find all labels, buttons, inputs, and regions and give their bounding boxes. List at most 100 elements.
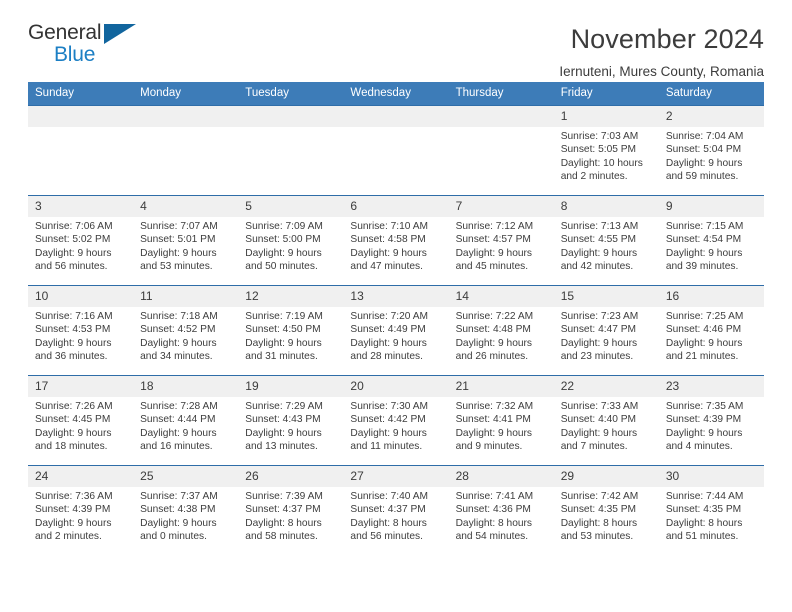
page-title: November 2024: [570, 24, 764, 54]
daylight-text: Daylight: 9 hours and 0 minutes.: [140, 517, 217, 543]
calendar-day-cell[interactable]: 26 Sunrise: 7:39 AM Sunset: 4:37 PM Dayligh…: [238, 464, 344, 556]
sunrise-text: Sunrise: 7:37 AM: [140, 490, 218, 502]
daylight-text: Daylight: 9 hours and 45 minutes.: [455, 247, 533, 273]
day-sun-info: Sunrise: 7:26 AM Sunset: 4:45 PM Daylight:…: [28, 397, 133, 454]
brand-logo-text-general: General: [28, 21, 102, 44]
calendar-week-row: 17 Sunrise: 7:26 AM Sunset: 4:45 PM Dayligh…: [28, 374, 764, 466]
sunrise-text: Sunrise: 7:03 AM: [560, 130, 639, 142]
calendar-day-cell[interactable]: 18 Sunrise: 7:28 AM Sunset: 4:44 PM Dayligh…: [133, 374, 239, 466]
day-sun-info: Sunrise: 7:10 AM Sunset: 4:58 PM Daylight:…: [343, 217, 448, 274]
day-number: 11: [133, 285, 239, 307]
day-sun-info: Sunrise: 7:29 AM Sunset: 4:43 PM Daylight:…: [238, 397, 343, 454]
calendar-day-cell[interactable]: 14 Sunrise: 7:22 AM Sunset: 4:48 PM Dayligh…: [448, 284, 554, 376]
calendar-day-cell[interactable]: 28 Sunrise: 7:41 AM Sunset: 4:36 PM Dayligh…: [448, 464, 554, 556]
calendar-day-cell[interactable]: 12 Sunrise: 7:19 AM Sunset: 4:50 PM Dayligh…: [238, 284, 344, 376]
weekday-header-monday: Monday: [133, 82, 239, 106]
daylight-text: Daylight: 9 hours and 11 minutes.: [350, 427, 427, 453]
calendar-day-cell[interactable]: 19 Sunrise: 7:29 AM Sunset: 4:43 PM Dayligh…: [238, 374, 344, 466]
sunset-text: Sunset: 5:04 PM: [665, 144, 742, 156]
calendar-day-cell[interactable]: 17 Sunrise: 7:26 AM Sunset: 4:45 PM Dayligh…: [28, 374, 134, 466]
sunrise-text: Sunrise: 7:23 AM: [560, 310, 639, 322]
calendar-day-cell[interactable]: 16 Sunrise: 7:25 AM Sunset: 4:46 PM Dayligh…: [658, 284, 764, 376]
sunset-text: Sunset: 4:38 PM: [140, 504, 216, 516]
calendar-day-cell[interactable]: 23 Sunrise: 7:35 AM Sunset: 4:39 PM Dayligh…: [658, 374, 764, 466]
sunset-text: Sunset: 4:36 PM: [455, 504, 531, 516]
day-number: 10: [28, 285, 134, 307]
sunset-text: Sunset: 4:42 PM: [350, 414, 426, 426]
brand-logo[interactable]: General Blue: [28, 22, 168, 74]
calendar-day-cell[interactable]: 27 Sunrise: 7:40 AM Sunset: 4:37 PM Dayligh…: [343, 464, 449, 556]
calendar-day-cell[interactable]: 15 Sunrise: 7:23 AM Sunset: 4:47 PM Dayligh…: [553, 284, 659, 376]
calendar-day-cell[interactable]: 30 Sunrise: 7:44 AM Sunset: 4:35 PM Dayligh…: [658, 464, 764, 556]
sunset-text: Sunset: 5:02 PM: [35, 234, 111, 246]
calendar-day-cell[interactable]: 20 Sunrise: 7:30 AM Sunset: 4:42 PM Dayligh…: [343, 374, 449, 466]
calendar-day-cell[interactable]: 5 Sunrise: 7:09 AM Sunset: 5:00 PM Daylight…: [238, 194, 344, 286]
calendar-day-cell[interactable]: 9 Sunrise: 7:15 AM Sunset: 4:54 PM Daylight…: [658, 194, 764, 286]
daylight-text: Daylight: 9 hours and 16 minutes.: [140, 427, 217, 453]
sunrise-text: Sunrise: 7:07 AM: [140, 220, 218, 232]
page-masthead: General Blue November 2024 Iernuteni, Mu…: [28, 0, 764, 79]
weekday-header-thursday: Thursday: [448, 82, 554, 106]
calendar-day-cell[interactable]: 22 Sunrise: 7:33 AM Sunset: 4:40 PM Dayligh…: [553, 374, 659, 466]
sunrise-text: Sunrise: 7:04 AM: [665, 130, 744, 142]
day-number: 23: [658, 375, 764, 397]
sunset-text: Sunset: 4:44 PM: [140, 414, 216, 426]
daylight-text: Daylight: 9 hours and 59 minutes.: [665, 157, 743, 183]
calendar-day-cell[interactable]: 10 Sunrise: 7:16 AM Sunset: 4:53 PM Dayligh…: [28, 284, 134, 376]
daylight-text: Daylight: 9 hours and 31 minutes.: [245, 337, 322, 363]
daylight-text: Daylight: 9 hours and 42 minutes.: [560, 247, 638, 273]
sunset-text: Sunset: 5:05 PM: [560, 144, 637, 156]
day-sun-info: Sunrise: 7:41 AM Sunset: 4:36 PM Daylight:…: [449, 487, 554, 544]
day-number: 28: [448, 465, 554, 487]
sunset-text: Sunset: 4:40 PM: [560, 414, 637, 426]
weekday-header-wednesday: Wednesday: [343, 82, 449, 106]
calendar-day-cell[interactable]: 21 Sunrise: 7:32 AM Sunset: 4:41 PM Dayligh…: [448, 374, 554, 466]
calendar-day-cell[interactable]: 11 Sunrise: 7:18 AM Sunset: 4:52 PM Dayligh…: [133, 284, 239, 376]
calendar-day-cell[interactable]: 3 Sunrise: 7:06 AM Sunset: 5:02 PM Daylight…: [28, 194, 134, 286]
day-sun-info: Sunrise: 7:32 AM Sunset: 4:41 PM Daylight:…: [449, 397, 554, 454]
day-number: 6: [343, 195, 449, 217]
sunset-text: Sunset: 4:39 PM: [665, 414, 742, 426]
sunset-text: Sunset: 4:47 PM: [560, 324, 637, 336]
day-number: 17: [28, 375, 134, 397]
sunset-text: Sunset: 4:46 PM: [665, 324, 742, 336]
day-number: [28, 105, 134, 127]
day-number: 8: [553, 195, 659, 217]
daylight-text: Daylight: 9 hours and 7 minutes.: [560, 427, 638, 453]
day-number: [133, 105, 239, 127]
sunset-text: Sunset: 4:45 PM: [35, 414, 111, 426]
calendar-day-cell[interactable]: 1 Sunrise: 7:03 AM Sunset: 5:05 PM Daylight…: [553, 104, 659, 196]
title-block: November 2024 Iernuteni, Mures County, R…: [559, 22, 764, 80]
calendar-day-cell[interactable]: 25 Sunrise: 7:37 AM Sunset: 4:38 PM Dayligh…: [133, 464, 239, 556]
day-number: 15: [553, 285, 659, 307]
triangle-icon: [104, 24, 136, 44]
daylight-text: Daylight: 9 hours and 2 minutes.: [35, 517, 112, 543]
calendar-day-cell[interactable]: 8 Sunrise: 7:13 AM Sunset: 4:55 PM Daylight…: [553, 194, 659, 286]
calendar-day-cell[interactable]: 24 Sunrise: 7:36 AM Sunset: 4:39 PM Dayligh…: [28, 464, 134, 556]
sunset-text: Sunset: 5:01 PM: [140, 234, 216, 246]
day-sun-info: Sunrise: 7:04 AM Sunset: 5:04 PM Daylight:…: [659, 127, 764, 184]
calendar-day-cell[interactable]: 29 Sunrise: 7:42 AM Sunset: 4:35 PM Dayligh…: [553, 464, 659, 556]
day-number: 30: [658, 465, 764, 487]
weekday-header-saturday: Saturday: [658, 82, 764, 106]
day-number: 1: [553, 105, 659, 127]
day-sun-info: Sunrise: 7:06 AM Sunset: 5:02 PM Daylight:…: [28, 217, 133, 274]
daylight-text: Daylight: 9 hours and 36 minutes.: [35, 337, 112, 363]
day-sun-info: Sunrise: 7:16 AM Sunset: 4:53 PM Daylight:…: [28, 307, 133, 364]
calendar-day-cell[interactable]: 7 Sunrise: 7:12 AM Sunset: 4:57 PM Daylight…: [448, 194, 554, 286]
calendar-body: 1 Sunrise: 7:03 AM Sunset: 5:05 PM Daylight…: [28, 104, 764, 556]
sunrise-text: Sunrise: 7:13 AM: [560, 220, 639, 232]
calendar-day-cell[interactable]: 4 Sunrise: 7:07 AM Sunset: 5:01 PM Daylight…: [133, 194, 239, 286]
calendar-week-row: 24 Sunrise: 7:36 AM Sunset: 4:39 PM Dayligh…: [28, 464, 764, 556]
calendar-day-cell[interactable]: 13 Sunrise: 7:20 AM Sunset: 4:49 PM Dayligh…: [343, 284, 449, 376]
day-sun-info: Sunrise: 7:23 AM Sunset: 4:47 PM Daylight:…: [554, 307, 659, 364]
sunset-text: Sunset: 4:43 PM: [245, 414, 321, 426]
calendar-day-cell[interactable]: 6 Sunrise: 7:10 AM Sunset: 4:58 PM Daylight…: [343, 194, 449, 286]
day-number: 24: [28, 465, 134, 487]
daylight-text: Daylight: 9 hours and 26 minutes.: [455, 337, 533, 363]
sunrise-text: Sunrise: 7:15 AM: [665, 220, 744, 232]
calendar-day-cell[interactable]: 2 Sunrise: 7:04 AM Sunset: 5:04 PM Daylight…: [658, 104, 764, 196]
sunset-text: Sunset: 4:39 PM: [35, 504, 111, 516]
calendar-cell-empty: [238, 104, 344, 196]
day-sun-info: Sunrise: 7:37 AM Sunset: 4:38 PM Daylight:…: [133, 487, 238, 544]
